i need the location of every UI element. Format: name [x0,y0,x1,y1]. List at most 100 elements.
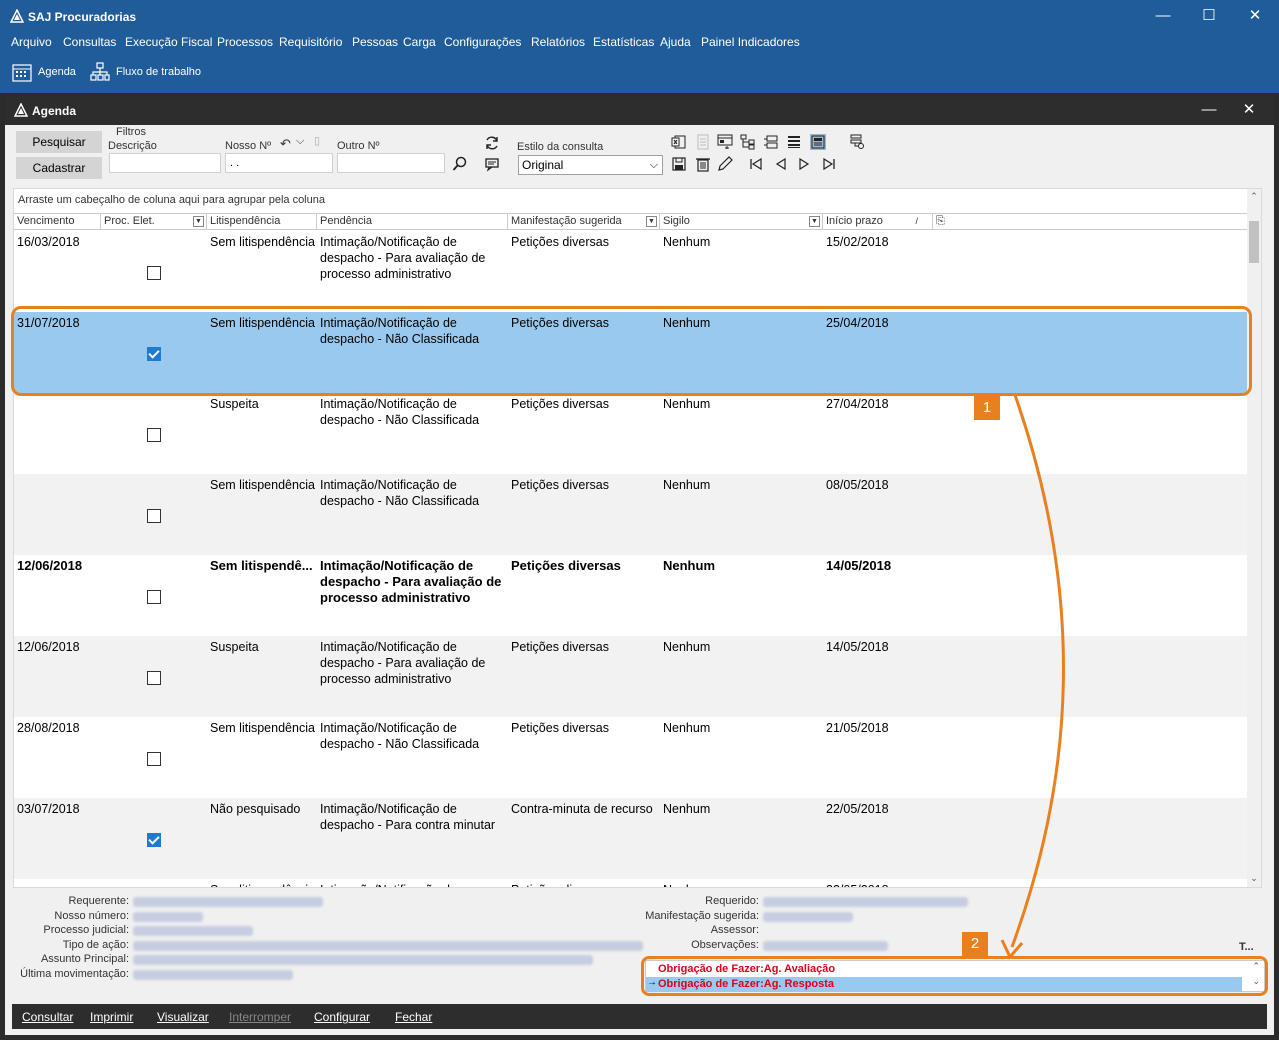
ultima-movimentacao-label: Última movimentação: [20,968,129,980]
menu-pessoas[interactable]: Pessoas [352,35,398,49]
delete-icon[interactable] [695,156,711,172]
layout-icon[interactable] [717,134,733,150]
edit-icon[interactable] [717,156,733,172]
column-chooser-icon[interactable]: ⎘ [933,214,953,229]
menu-carga[interactable]: Carga [403,35,436,49]
cell-inicio: 21/05/2018 [826,721,889,735]
column-sigilo[interactable]: Sigilo ▼ [660,214,823,229]
maximize-button[interactable]: ☐ [1186,0,1232,32]
cell-litis: Sem litispendência [210,882,318,887]
scroll-up-icon[interactable]: ⌃ [1249,191,1259,202]
cell-manif: Petições diversas [511,640,609,654]
column-manifestacao[interactable]: Manifestação sugerida ▼ [508,214,660,229]
scroll-down-icon[interactable]: ⌄ [1249,873,1259,884]
cell-sigilo: Nenhum [663,558,715,573]
chevron-down-icon[interactable]: ⌵ [296,135,304,148]
menu-consultas[interactable]: Consultas [63,35,116,49]
menu-configuracoes[interactable]: Configurações [444,35,521,49]
agenda-close-button[interactable]: ✕ [1229,95,1269,125]
cell-pendencia: Intimação/Notificação de [320,882,508,887]
proc-elet-checkbox[interactable] [147,833,161,847]
proc-elet-checkbox[interactable] [147,509,161,523]
chevron-down-icon: ⌵ [649,159,658,171]
filter-dropdown-icon[interactable]: ▼ [193,216,204,227]
consultar-button[interactable]: Consultar [22,1010,73,1024]
cadastrar-button[interactable]: Cadastrar [16,157,102,179]
configurar-button[interactable]: Configurar [314,1010,370,1024]
document-icon [697,134,709,150]
assessor-label: Assessor: [710,924,759,936]
refresh-icon[interactable] [484,135,500,151]
tree-icon[interactable] [740,134,756,150]
list-view-icon[interactable] [763,134,779,150]
menu-painel-indicadores[interactable]: Painel Indicadores [701,35,800,49]
agenda-minimize-button[interactable]: — [1189,95,1229,125]
assunto-principal-label: Assunto Principal: [40,953,129,965]
undo-icon[interactable]: ↶ [280,136,291,152]
redacted-value [133,955,593,965]
cell-vencimento: 16/03/2018 [17,235,80,249]
last-record-icon[interactable] [821,156,837,172]
proc-elet-checkbox[interactable] [147,590,161,604]
fechar-button[interactable]: Fechar [395,1010,432,1024]
filter-dropdown-icon[interactable]: ▼ [809,216,820,227]
outro-numero-label: Outro Nº [337,140,380,152]
cell-sigilo: Nenhum [663,640,711,654]
grid-view-icon[interactable] [786,134,802,150]
callout-box-1 [11,306,1252,396]
menu-ajuda[interactable]: Ajuda [660,35,691,49]
column-litispendencia[interactable]: Litispendência [207,214,317,229]
cell-vencimento: 28/08/2018 [17,721,80,735]
close-button[interactable]: ✕ [1232,0,1278,32]
save-icon[interactable] [671,156,687,172]
column-proc-elet[interactable]: Proc. Elet. ▼ [101,214,207,229]
scrollbar-thumb[interactable] [1249,221,1259,263]
visualizar-button[interactable]: Visualizar [157,1010,209,1024]
message-icon[interactable] [484,156,500,172]
table-row[interactable]: 16/03/2018 Sem litispendência Intimação/No… [14,231,1247,312]
column-inicio-prazo[interactable]: Início prazo / [823,214,933,229]
outro-numero-input[interactable] [337,153,445,173]
imprimir-button[interactable]: Imprimir [90,1010,133,1024]
interromper-button[interactable]: Interromper [229,1010,291,1024]
toolbar-agenda-label: Agenda [38,66,76,78]
cell-litis: Sem litispendência [210,478,315,492]
cell-manif: Petições diversas [511,558,621,573]
menu-processos[interactable]: Processos [217,35,273,49]
filter-dropdown-icon[interactable]: ▼ [646,216,657,227]
toolbar-fluxo-button[interactable]: Fluxo de trabalho [90,62,210,82]
previous-record-icon[interactable] [773,156,789,172]
nosso-numero-input[interactable]: . . [225,153,333,173]
cell-manif: Petições diversas [511,397,609,411]
proc-elet-checkbox[interactable] [147,752,161,766]
proc-elet-checkbox[interactable] [147,266,161,280]
estilo-consulta-select[interactable]: Original ⌵ [518,155,663,175]
next-record-icon[interactable] [796,156,812,172]
sort-icon: / [915,216,918,226]
search-icon[interactable] [452,156,468,172]
first-record-icon[interactable] [748,156,764,172]
menu-requisitorio[interactable]: Requisitório [279,35,342,49]
menu-estatisticas[interactable]: Estatísticas [593,35,654,49]
menu-execucao-fiscal[interactable]: Execução Fiscal [125,35,212,49]
toolbar-agenda-button[interactable]: Agenda [12,62,82,82]
menu-relatorios[interactable]: Relatórios [531,35,585,49]
proc-elet-checkbox[interactable] [147,671,161,685]
menu-arquivo[interactable]: Arquivo [11,35,52,49]
detail-view-icon[interactable] [810,134,826,150]
proc-elet-checkbox[interactable] [147,428,161,442]
column-pendencia[interactable]: Pendência [317,214,508,229]
export-excel-icon[interactable] [671,134,687,150]
column-vencimento[interactable]: Vencimento [14,214,101,229]
nosso-numero-label: Nosso Nº [225,140,272,152]
minimize-button[interactable]: — [1140,0,1186,32]
settings-list-icon[interactable] [849,134,865,150]
pesquisar-button[interactable]: Pesquisar [16,131,102,153]
nosso-numero-detail-label: Nosso número: [54,910,129,922]
cell-sigilo: Nenhum [663,235,711,249]
descricao-input[interactable] [109,153,221,173]
grid-vertical-scrollbar[interactable]: ⌃ ⌄ [1247,189,1261,887]
cell-manif: Petições diversas [511,721,609,735]
column-inicio-prazo-label: Início prazo [826,215,883,227]
cell-inicio: 27/04/2018 [826,397,889,411]
